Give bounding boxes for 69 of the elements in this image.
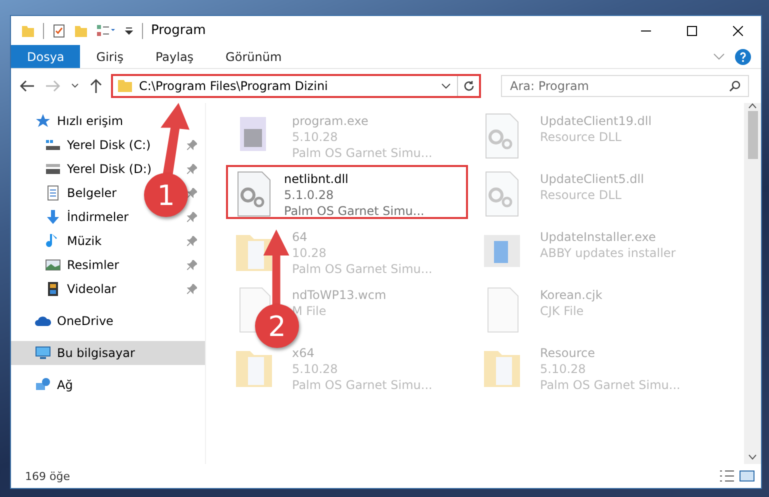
computer-icon <box>35 345 51 361</box>
chevron-down-icon <box>71 83 79 89</box>
file-detail: 5.1.0.28 <box>284 187 335 203</box>
document-icon <box>45 185 61 201</box>
drive-icon <box>45 137 61 153</box>
file-name[interactable]: netlibnt.dll <box>284 171 424 187</box>
nav-item[interactable]: OneDrive <box>11 309 205 333</box>
pin-icon[interactable] <box>187 260 197 270</box>
nav-item[interactable]: Yerel Disk (C:) <box>67 138 151 152</box>
maximize-icon <box>687 26 697 36</box>
help-icon[interactable] <box>735 48 751 64</box>
file-detail: Resource DLL <box>540 129 622 145</box>
item-count: 169 öğe <box>25 470 70 482</box>
view-list-icon[interactable] <box>96 24 116 38</box>
selected-file-item[interactable]: netlibnt.dll 5.1.0.28 Palm OS Garnet Simu... <box>226 165 468 219</box>
nav-item[interactable]: İndirmeler <box>67 210 129 224</box>
pin-icon[interactable] <box>187 188 197 198</box>
star-icon <box>35 113 51 129</box>
file-detail: Palm OS Garnet Simu... <box>292 145 432 161</box>
pin-icon[interactable] <box>187 140 197 150</box>
properties-icon[interactable] <box>52 24 66 38</box>
pin-icon[interactable] <box>187 164 197 174</box>
file-detail: ABBY updates installer <box>540 245 676 261</box>
nav-item[interactable]: Videolar <box>67 282 116 296</box>
ribbon-tab[interactable]: Giriş <box>80 45 140 68</box>
address-bar[interactable]: C:\Program Files\Program Dizini <box>111 74 481 98</box>
film-icon <box>45 281 61 297</box>
refresh-icon <box>462 80 474 92</box>
scrollbar[interactable] <box>744 103 761 464</box>
search-field[interactable]: Ara: Program <box>501 75 749 97</box>
pin-icon[interactable] <box>187 284 197 294</box>
nav-item[interactable]: Müzik <box>67 234 102 248</box>
nav-item[interactable]: Resimler <box>67 258 120 272</box>
address-path: C:\Program Files\Program Dizini <box>139 79 329 93</box>
file-detail: 10.28 <box>292 245 328 261</box>
nav-item[interactable]: Hızlı erişim <box>11 109 205 133</box>
picture-icon <box>45 257 61 273</box>
scroll-down-icon[interactable] <box>748 454 757 460</box>
file-detail: Palm OS Garnet Simu... <box>292 261 432 277</box>
file-detail: 5.10.28 <box>292 361 339 377</box>
network-icon <box>35 377 51 393</box>
callout-badge: 1 <box>144 173 188 217</box>
pin-icon[interactable] <box>187 212 197 222</box>
file-detail: Palm OS Garnet Simu... <box>540 377 680 393</box>
folder-icon <box>117 79 133 93</box>
file-detail: Palm OS Garnet Simu... <box>292 377 432 393</box>
large-icons-view-icon[interactable] <box>739 469 755 483</box>
details-view-icon[interactable] <box>719 469 735 483</box>
search-icon[interactable] <box>729 80 741 92</box>
ribbon-tab[interactable]: Görünüm <box>210 45 298 68</box>
ribbon-tab[interactable]: Dosya <box>11 45 80 68</box>
scrollbar-thumb[interactable] <box>748 111 758 159</box>
drive-icon <box>45 161 61 177</box>
window-title: Program <box>151 23 206 38</box>
chevron-down-icon[interactable] <box>441 83 451 89</box>
file-detail: 5.10.28 <box>292 129 339 145</box>
close-icon <box>733 26 743 36</box>
file-detail: Palm OS Garnet Simu... <box>284 203 424 219</box>
pin-icon[interactable] <box>187 236 197 246</box>
file-detail: CJK File <box>540 303 585 319</box>
nav-item[interactable]: Belgeler <box>67 186 117 200</box>
file-detail: Resource DLL <box>540 187 622 203</box>
download-icon <box>45 209 61 225</box>
nav-item[interactable]: Yerel Disk (D:) <box>67 162 152 176</box>
ribbon-tab[interactable]: Paylaş <box>139 45 210 68</box>
file-detail: 5.10.28 <box>540 361 587 377</box>
nav-item[interactable]: Ağ <box>11 373 205 397</box>
scroll-up-icon[interactable] <box>748 103 757 109</box>
nav-item[interactable]: Bu bilgisayar <box>11 341 205 365</box>
